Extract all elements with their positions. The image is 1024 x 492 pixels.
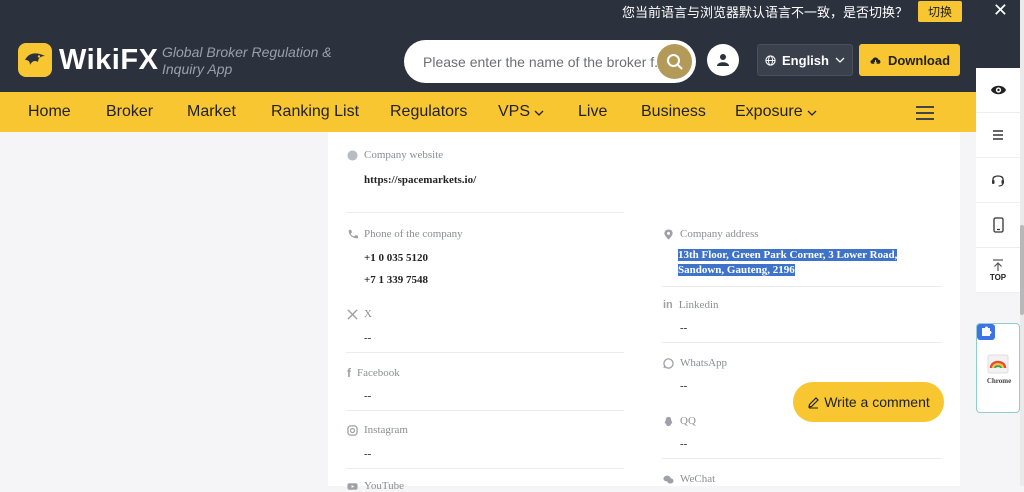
chevron-down-icon bbox=[535, 110, 544, 116]
nav-exposure[interactable]: Exposure bbox=[735, 103, 817, 121]
instagram-value: -- bbox=[364, 448, 372, 460]
qq-icon bbox=[664, 416, 673, 426]
brand-tagline: Global Broker Regulation & Inquiry App bbox=[162, 44, 332, 77]
divider bbox=[662, 286, 942, 287]
chrome-extension-widget[interactable]: Chrome bbox=[976, 323, 1020, 413]
nav-vps[interactable]: VPS bbox=[498, 103, 544, 121]
phone-number-2: +7 1 339 7548 bbox=[364, 274, 429, 286]
company-website-link[interactable]: https://spacemarkets.io/ bbox=[364, 174, 476, 186]
nav-home[interactable]: Home bbox=[28, 103, 71, 121]
download-button[interactable]: Download bbox=[859, 44, 960, 76]
search-input[interactable]: Please enter the name of the broker f... bbox=[423, 54, 658, 70]
list-icon bbox=[993, 130, 1003, 140]
company-website-label: Company website bbox=[347, 149, 443, 161]
youtube-label: YouTube bbox=[347, 480, 404, 492]
instagram-icon bbox=[347, 424, 358, 436]
whatsapp-label: WhatsApp bbox=[663, 357, 727, 369]
floating-sidebar: TOP bbox=[976, 68, 1020, 293]
back-to-top-label: TOP bbox=[989, 272, 1007, 282]
back-to-top-button[interactable]: TOP bbox=[976, 248, 1020, 293]
close-icon[interactable]: ✕ bbox=[993, 1, 1008, 19]
divider bbox=[662, 342, 942, 343]
nav-vps-label: VPS bbox=[498, 103, 531, 120]
linkedin-label: in Linkedin bbox=[663, 299, 719, 311]
facebook-icon: f bbox=[347, 366, 351, 380]
whatsapp-icon bbox=[663, 357, 674, 369]
nav-market[interactable]: Market bbox=[187, 103, 236, 121]
write-comment-button[interactable]: Write a comment bbox=[793, 382, 944, 422]
linkedin-icon: in bbox=[663, 299, 673, 311]
logo[interactable]: WikiFX bbox=[18, 43, 158, 77]
switch-language-button[interactable]: 切换 bbox=[917, 0, 962, 22]
nav-business[interactable]: Business bbox=[641, 103, 706, 121]
chevron-down-icon bbox=[835, 57, 845, 63]
location-pin-icon bbox=[664, 228, 673, 240]
youtube-icon bbox=[347, 482, 358, 490]
company-address-label: Company address bbox=[663, 228, 759, 240]
main-nav: Home Broker Market Ranking List Regulato… bbox=[0, 92, 1024, 132]
sidebar-list-button[interactable] bbox=[976, 113, 1020, 158]
divider bbox=[346, 468, 624, 469]
chrome-label: Chrome bbox=[986, 377, 1012, 385]
company-address-selected: 13th Floor, Green Park Corner, 3 Lower R… bbox=[678, 248, 942, 278]
divider bbox=[346, 352, 624, 353]
phone-label: Phone of the company bbox=[347, 228, 463, 240]
search-box: Please enter the name of the broker f... bbox=[404, 40, 696, 83]
instagram-label: Instagram bbox=[347, 424, 408, 436]
chrome-icon bbox=[987, 354, 1009, 374]
sidebar-app-button[interactable] bbox=[976, 68, 1020, 113]
sidebar-support-button[interactable] bbox=[976, 158, 1020, 203]
company-address-text: 13th Floor, Green Park Corner, 3 Lower R… bbox=[678, 249, 898, 276]
nav-broker[interactable]: Broker bbox=[106, 103, 153, 121]
nav-live[interactable]: Live bbox=[578, 103, 607, 121]
phone-number-1: +1 0 035 5120 bbox=[364, 252, 429, 264]
wikifx-logo-icon bbox=[18, 43, 52, 77]
top-header: 您当前语言与浏览器默认语言不一致，是否切换？ 切换 ✕ WikiFX Globa… bbox=[0, 0, 1024, 92]
globe-icon bbox=[765, 54, 776, 66]
menu-icon[interactable] bbox=[916, 102, 934, 124]
x-value: -- bbox=[364, 332, 372, 344]
language-prompt-bar: 您当前语言与浏览器默认语言不一致，是否切换？ 切换 bbox=[622, 0, 1024, 22]
pencil-icon bbox=[808, 396, 820, 408]
divider bbox=[662, 458, 942, 459]
search-icon bbox=[666, 53, 683, 70]
arrow-up-icon bbox=[993, 258, 1003, 271]
whatsapp-value: -- bbox=[680, 380, 688, 392]
language-selector[interactable]: English bbox=[757, 44, 853, 76]
eye-logo-icon bbox=[990, 85, 1006, 95]
x-label: X bbox=[347, 308, 372, 320]
linkedin-value: -- bbox=[680, 322, 688, 334]
language-prompt-text: 您当前语言与浏览器默认语言不一致，是否切换？ bbox=[621, 4, 908, 20]
globe-icon bbox=[347, 149, 358, 161]
mobile-icon bbox=[992, 217, 1004, 233]
divider bbox=[346, 212, 624, 213]
nav-exposure-label: Exposure bbox=[735, 103, 803, 120]
search-button[interactable] bbox=[657, 44, 692, 79]
qq-label: QQ bbox=[663, 415, 696, 427]
cloud-download-icon bbox=[870, 57, 881, 64]
facebook-value: -- bbox=[364, 390, 372, 402]
company-info-card: Company website https://spacemarkets.io/… bbox=[328, 132, 960, 492]
puzzle-icon bbox=[977, 324, 995, 340]
nav-ranking-list[interactable]: Ranking List bbox=[271, 103, 359, 121]
facebook-label: f Facebook bbox=[347, 366, 400, 380]
language-label: English bbox=[782, 52, 829, 68]
download-label: Download bbox=[887, 52, 951, 68]
user-icon bbox=[717, 54, 729, 66]
brand-name: WikiFX bbox=[59, 43, 159, 76]
user-account-button[interactable] bbox=[707, 44, 739, 76]
write-comment-label: Write a comment bbox=[824, 394, 930, 410]
qq-value: -- bbox=[680, 438, 688, 450]
sidebar-mobile-button[interactable] bbox=[976, 203, 1020, 248]
scrollbar-thumb[interactable] bbox=[1020, 225, 1024, 315]
headset-icon bbox=[992, 175, 1004, 187]
wechat-icon bbox=[663, 475, 674, 483]
phone-icon bbox=[348, 229, 358, 238]
chevron-down-icon bbox=[807, 110, 817, 116]
wechat-label: WeChat bbox=[663, 473, 715, 485]
x-logo-icon bbox=[347, 308, 358, 320]
nav-regulators[interactable]: Regulators bbox=[390, 103, 467, 121]
divider bbox=[346, 410, 624, 411]
